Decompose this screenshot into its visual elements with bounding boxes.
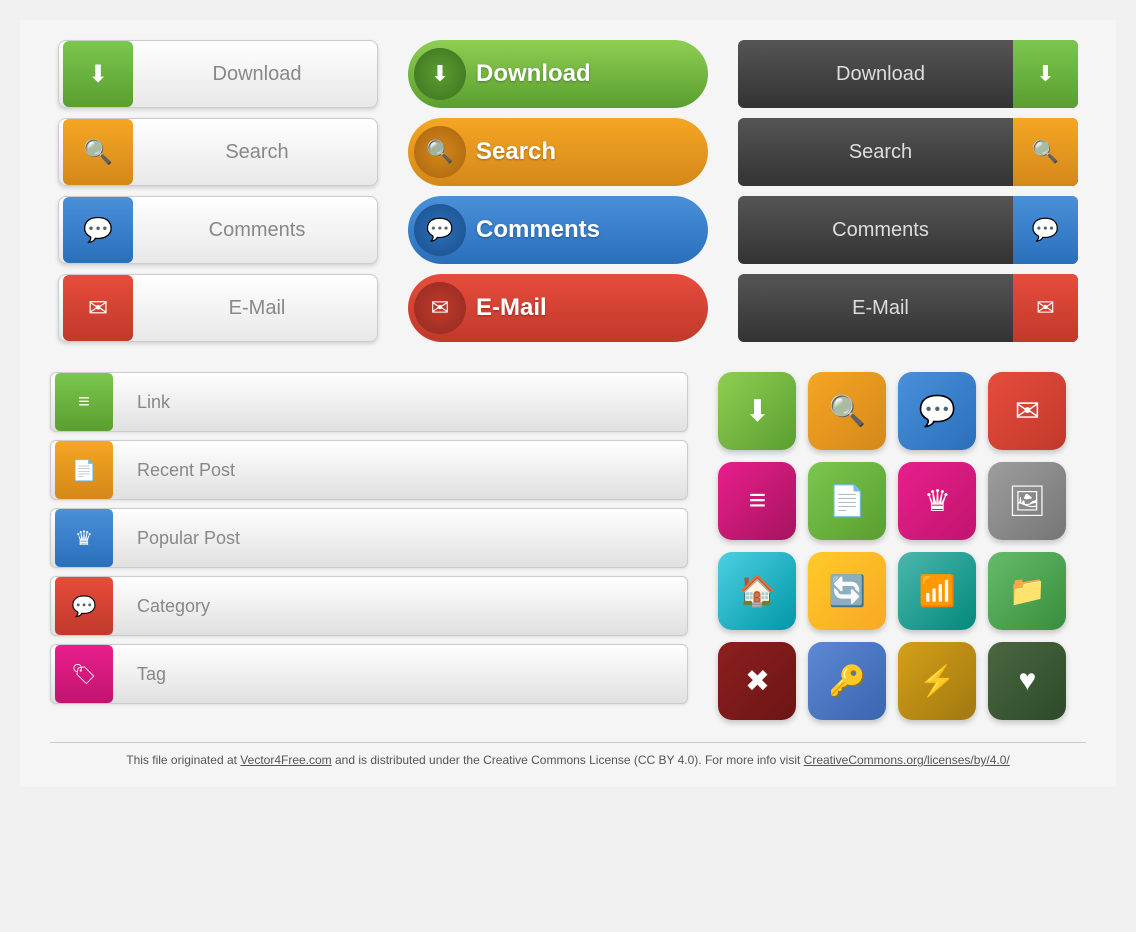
search-light-button[interactable]: 🔍 Search — [58, 118, 378, 186]
download-bold-button[interactable]: ⬇ Download — [408, 40, 708, 108]
email-dark-icon: ✉ — [1013, 274, 1078, 342]
popular-post-tile[interactable]: ♛ — [898, 462, 976, 540]
tag-icon: 🏷 — [55, 645, 113, 703]
email-icon: ✉ — [88, 294, 108, 323]
download-icon-box: ⬇ — [63, 41, 133, 107]
comments-light-label: Comments — [137, 219, 377, 242]
search-dark-label: Search — [738, 141, 1013, 164]
email-bold-button[interactable]: ✉ E-Mail — [408, 274, 708, 342]
recent-post-list-label: Recent Post — [117, 460, 687, 481]
download-dark-label: Download — [738, 63, 1013, 86]
rss-tile[interactable]: 📶 — [898, 552, 976, 630]
top-section: ⬇ Download 🔍 Search 💬 Comments — [50, 40, 1086, 342]
icon-grid: ⬇ 🔍 💬 ✉ ≡ 📄 ♛ 🖼 🏠 🔄 📶 📁 ✖ 🔑 ⚡ ♥ — [718, 372, 1086, 722]
popular-post-icon: ♛ — [55, 509, 113, 567]
recent-post-list-button[interactable]: 📄 Recent Post — [50, 440, 688, 500]
email-bold-icon: ✉ — [414, 282, 466, 334]
comments-dark-button[interactable]: Comments 💬 — [738, 196, 1078, 264]
footer-text: This file originated at Vector4Free.com … — [126, 753, 1010, 767]
popular-post-list-label: Popular Post — [117, 528, 687, 549]
heart-tile[interactable]: ♥ — [988, 642, 1066, 720]
download-tile[interactable]: ⬇ — [718, 372, 796, 450]
bold-buttons-column: ⬇ Download 🔍 Search 💬 Comments ✉ E-Mail — [408, 40, 708, 342]
refresh-tile[interactable]: 🔄 — [808, 552, 886, 630]
category-list-label: Category — [117, 596, 687, 617]
popular-post-list-button[interactable]: ♛ Popular Post — [50, 508, 688, 568]
footer-link-cc[interactable]: CreativeCommons.org/licenses/by/4.0/ — [804, 753, 1010, 767]
search-icon-box: 🔍 — [63, 119, 133, 185]
footer: This file originated at Vector4Free.com … — [50, 742, 1086, 767]
email-light-button[interactable]: ✉ E-Mail — [58, 274, 378, 342]
light-buttons-column: ⬇ Download 🔍 Search 💬 Comments — [58, 40, 378, 342]
link-tile[interactable]: ≡ — [718, 462, 796, 540]
recent-post-icon: 📄 — [55, 441, 113, 499]
bottom-section: ≡ Link 📄 Recent Post ♛ Popular Post 💬 Ca… — [50, 372, 1086, 722]
email-bold-label: E-Mail — [476, 294, 547, 322]
recent-post-tile[interactable]: 📄 — [808, 462, 886, 540]
category-icon: 💬 — [55, 577, 113, 635]
search-light-label: Search — [137, 141, 377, 164]
download-dark-icon: ⬇ — [1013, 40, 1078, 108]
comments-icon: 💬 — [83, 216, 113, 245]
email-icon-box: ✉ — [63, 275, 133, 341]
category-list-button[interactable]: 💬 Category — [50, 576, 688, 636]
download-light-label: Download — [137, 63, 377, 86]
tag-list-button[interactable]: 🏷 Tag — [50, 644, 688, 704]
search-bold-button[interactable]: 🔍 Search — [408, 118, 708, 186]
search-dark-icon: 🔍 — [1013, 118, 1078, 186]
comments-dark-label: Comments — [738, 219, 1013, 242]
footer-link-vector4free[interactable]: Vector4Free.com — [240, 753, 331, 767]
comments-icon-box: 💬 — [63, 197, 133, 263]
dark-buttons-column: Download ⬇ Search 🔍 Comments 💬 E-Mail ✉ — [738, 40, 1078, 342]
list-buttons-column: ≡ Link 📄 Recent Post ♛ Popular Post 💬 Ca… — [50, 372, 688, 722]
comments-tile[interactable]: 💬 — [898, 372, 976, 450]
home-tile[interactable]: 🏠 — [718, 552, 796, 630]
search-icon: 🔍 — [83, 138, 113, 167]
email-dark-label: E-Mail — [738, 297, 1013, 320]
close-tile[interactable]: ✖ — [718, 642, 796, 720]
email-tile[interactable]: ✉ — [988, 372, 1066, 450]
search-dark-button[interactable]: Search 🔍 — [738, 118, 1078, 186]
search-tile[interactable]: 🔍 — [808, 372, 886, 450]
key-tile[interactable]: 🔑 — [808, 642, 886, 720]
email-light-label: E-Mail — [137, 297, 377, 320]
comments-bold-button[interactable]: 💬 Comments — [408, 196, 708, 264]
comments-dark-icon: 💬 — [1013, 196, 1078, 264]
link-list-label: Link — [117, 392, 687, 413]
download-bold-icon: ⬇ — [414, 48, 466, 100]
comments-light-button[interactable]: 💬 Comments — [58, 196, 378, 264]
lightning-tile[interactable]: ⚡ — [898, 642, 976, 720]
image-tile[interactable]: 🖼 — [988, 462, 1066, 540]
link-list-button[interactable]: ≡ Link — [50, 372, 688, 432]
download-light-button[interactable]: ⬇ Download — [58, 40, 378, 108]
comments-bold-label: Comments — [476, 216, 600, 244]
folder-tile[interactable]: 📁 — [988, 552, 1066, 630]
main-container: ⬇ Download 🔍 Search 💬 Comments — [20, 20, 1116, 787]
link-icon: ≡ — [55, 373, 113, 431]
comments-bold-icon: 💬 — [414, 204, 466, 256]
search-bold-icon: 🔍 — [414, 126, 466, 178]
download-bold-label: Download — [476, 60, 591, 88]
search-bold-label: Search — [476, 138, 556, 166]
download-icon: ⬇ — [88, 60, 108, 89]
download-dark-button[interactable]: Download ⬇ — [738, 40, 1078, 108]
tag-list-label: Tag — [117, 664, 687, 685]
email-dark-button[interactable]: E-Mail ✉ — [738, 274, 1078, 342]
